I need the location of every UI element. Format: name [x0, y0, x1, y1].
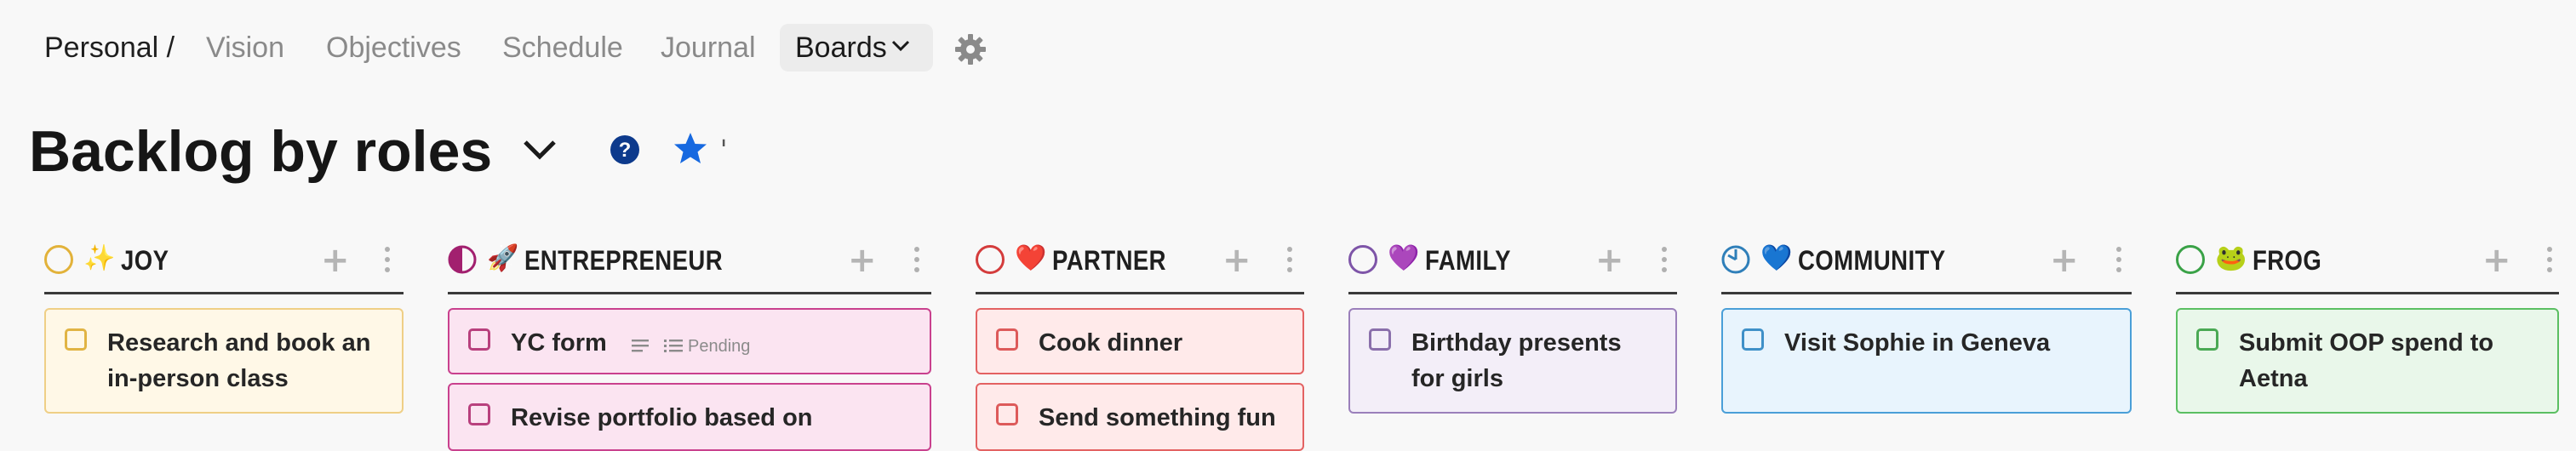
star-icon[interactable] — [673, 131, 708, 167]
column-header: 💙 COMMUNITY + — [1721, 238, 2132, 294]
page-title: Backlog by roles — [29, 119, 493, 184]
column-title: FAMILY — [1425, 245, 1511, 276]
gear-icon[interactable] — [953, 32, 987, 66]
more-options-icon[interactable] — [2116, 247, 2123, 277]
card-title: Visit Sophie in Geneva — [1784, 329, 2051, 357]
add-card-icon[interactable]: + — [2482, 243, 2511, 277]
top-nav: Personal / Vision Objectives Schedule Jo… — [0, 0, 2576, 99]
column-title: COMMUNITY — [1798, 245, 1946, 276]
card[interactable]: YC form Pending — [448, 308, 931, 374]
heart-icon: ❤️ — [1015, 243, 1047, 273]
card-checkbox[interactable] — [2196, 328, 2218, 351]
nav-boards-label: Boards — [795, 31, 887, 64]
svg-text:?: ? — [619, 139, 632, 162]
column-header: 🐸 FROG + — [2176, 238, 2559, 294]
add-card-icon[interactable]: + — [1595, 243, 1624, 277]
frog-icon: 🐸 — [2215, 243, 2247, 273]
chevron-down-icon — [891, 40, 910, 52]
status-circle-icon[interactable] — [1348, 245, 1377, 274]
card[interactable]: Visit Sophie in Geneva — [1721, 308, 2132, 414]
card-title: Research and book an in-person class — [107, 329, 371, 392]
column-header: 🚀 ENTREPRENEUR + — [448, 238, 931, 294]
card-checkbox[interactable] — [1369, 328, 1391, 351]
column-title: PARTNER — [1052, 245, 1166, 276]
card-checkbox[interactable] — [996, 328, 1018, 351]
add-card-icon[interactable]: + — [1222, 243, 1251, 277]
card-title: Birthday presents for girls — [1411, 329, 1622, 392]
card-checkbox[interactable] — [996, 403, 1018, 425]
add-card-icon[interactable]: + — [848, 243, 877, 277]
nav-journal[interactable]: Journal — [661, 29, 756, 66]
more-options-icon[interactable] — [914, 247, 921, 277]
card[interactable]: Revise portfolio based on — [448, 383, 931, 451]
list-icon — [664, 340, 683, 352]
card[interactable]: Research and book an in-person class — [44, 308, 404, 414]
add-card-icon[interactable]: + — [321, 243, 350, 277]
breadcrumb-personal[interactable]: Personal / — [44, 29, 175, 66]
column-title: ENTREPRENEUR — [524, 245, 723, 276]
description-icon — [632, 340, 649, 352]
card-title: YC form — [511, 329, 607, 357]
card-title: Cook dinner — [1039, 329, 1183, 357]
blue-heart-icon: 💙 — [1760, 243, 1793, 273]
column-header: ❤️ PARTNER + — [976, 238, 1304, 294]
more-options-icon[interactable] — [2547, 247, 2554, 277]
rocket-icon: 🚀 — [487, 243, 519, 273]
card[interactable]: Send something fun — [976, 383, 1304, 451]
card[interactable]: Cook dinner — [976, 308, 1304, 374]
clock-circle-icon[interactable] — [1721, 245, 1750, 274]
status-circle-icon[interactable] — [2176, 245, 2205, 274]
more-options-icon[interactable] — [385, 247, 392, 277]
card-checkbox[interactable] — [65, 328, 87, 351]
card-title: Submit OOP spend to Aetna — [2239, 329, 2494, 392]
nav-vision[interactable]: Vision — [206, 29, 284, 66]
column-header: 💜 FAMILY + — [1348, 238, 1677, 294]
chevron-down-icon[interactable] — [521, 138, 558, 163]
nav-boards-dropdown[interactable]: Boards — [780, 24, 933, 71]
column-title: JOY — [121, 245, 169, 276]
help-icon[interactable]: ? — [610, 134, 640, 165]
nav-schedule[interactable]: Schedule — [502, 29, 623, 66]
card[interactable]: Birthday presents for girls — [1348, 308, 1677, 414]
card[interactable]: Submit OOP spend to Aetna — [2176, 308, 2559, 414]
sparkles-icon: ✨ — [83, 243, 116, 273]
status-circle-icon[interactable] — [44, 245, 73, 274]
nav-objectives[interactable]: Objectives — [326, 29, 461, 66]
column-header: ✨ JOY + — [44, 238, 404, 294]
column-title: FROG — [2253, 245, 2322, 276]
status-circle-icon[interactable] — [976, 245, 1005, 274]
purple-heart-icon: 💜 — [1388, 243, 1420, 273]
more-options-icon[interactable] — [1662, 247, 1669, 277]
card-checkbox[interactable] — [1742, 328, 1764, 351]
card-title: Revise portfolio based on — [511, 404, 813, 431]
card-checkbox[interactable] — [468, 328, 490, 351]
add-card-icon[interactable]: + — [2050, 243, 2079, 277]
half-circle-icon[interactable] — [448, 245, 477, 274]
card-checkbox[interactable] — [468, 403, 490, 425]
card-title: Send something fun — [1039, 404, 1276, 431]
status-badge: Pending — [688, 337, 751, 356]
tick-mark: ' — [720, 135, 728, 165]
more-options-icon[interactable] — [1287, 247, 1294, 277]
